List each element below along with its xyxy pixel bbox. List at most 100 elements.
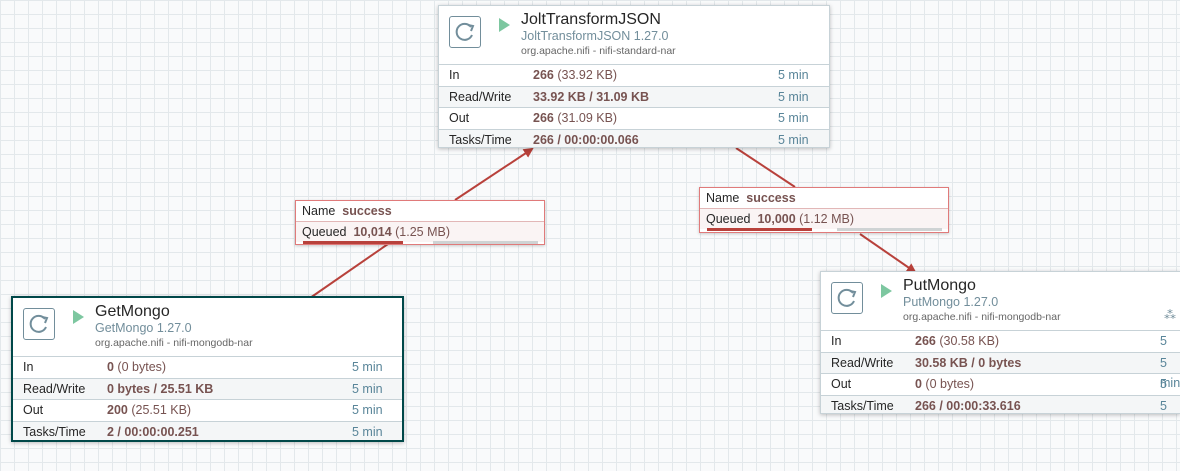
connection-label-getmongo-to-jolt[interactable]: Name success Queued 10,014 (1.25 MB) xyxy=(295,200,545,245)
stat-row-tasks: Tasks/Time 266 / 00:00:33.616 5 min xyxy=(821,395,1180,414)
stat-row-in: In 0 (0 bytes) 5 min xyxy=(13,357,402,379)
stat-value-bold: 0 xyxy=(107,360,114,374)
stat-value: 266 (30.58 KB) xyxy=(915,331,999,351)
stat-value: 2 / 00:00:00.251 xyxy=(107,422,199,441)
component-bundle-icon: ⁂ xyxy=(1164,308,1176,322)
queue-size-bar xyxy=(433,241,538,244)
stat-row-out: Out 200 (25.51 KB) 5 min xyxy=(13,400,402,422)
stat-label: Out xyxy=(23,403,44,417)
running-icon xyxy=(881,284,892,298)
queued-count: 10,000 xyxy=(757,212,796,226)
stat-label: Tasks/Time xyxy=(831,398,894,413)
stat-value-rest: (33.92 KB) xyxy=(553,68,618,82)
stat-value-bold: 266 / 00:00:00.066 xyxy=(533,132,639,147)
stat-time: 5 min xyxy=(352,360,383,374)
stat-label: Read/Write xyxy=(23,381,86,396)
stat-label: Out xyxy=(831,377,852,391)
stat-label: Read/Write xyxy=(831,355,894,370)
stat-value-rest: (0 bytes) xyxy=(113,360,167,374)
processor-name: GetMongo xyxy=(95,303,170,320)
stat-value-bold: 200 xyxy=(107,403,128,417)
processor-icon xyxy=(23,308,55,340)
queue-size-bar xyxy=(837,228,942,231)
stat-label: Read/Write xyxy=(449,89,512,104)
stat-row-in: In 266 (33.92 KB) 5 min xyxy=(439,65,829,87)
connection-name-label: Name xyxy=(706,191,740,205)
stat-value-bold: 0 bytes / 25.51 KB xyxy=(107,381,214,396)
processor-getmongo[interactable]: GetMongo GetMongo 1.27.0 org.apache.nifi… xyxy=(11,296,404,442)
processor-jolttransformjson[interactable]: JoltTransformJSON JoltTransformJSON 1.27… xyxy=(438,5,830,148)
stat-time: 5 min xyxy=(778,68,809,82)
stat-value: 0 (0 bytes) xyxy=(107,357,166,377)
stat-time: 5 min xyxy=(352,381,383,396)
processor-name: PutMongo xyxy=(903,277,976,294)
stat-row-readwrite: Read/Write 0 bytes / 25.51 KB 5 min xyxy=(13,378,402,400)
stat-time: 5 min xyxy=(352,403,383,417)
connection-line-get-to-jolt-upper[interactable] xyxy=(454,147,534,201)
stat-time: 5 min xyxy=(778,89,809,104)
processor-bundle: org.apache.nifi - nifi-mongodb-nar xyxy=(95,337,253,349)
connection-name-row: Name success xyxy=(700,188,948,208)
stat-value: 0 bytes / 25.51 KB xyxy=(107,379,213,399)
stat-value: 200 (25.51 KB) xyxy=(107,400,191,420)
stat-value-bold: 30.58 KB / 0 bytes xyxy=(915,355,1022,370)
stat-row-tasks: Tasks/Time 2 / 00:00:00.251 5 min xyxy=(13,421,402,441)
stat-value: 266 / 00:00:33.616 xyxy=(915,396,1021,414)
processor-putmongo[interactable]: PutMongo PutMongo 1.27.0 org.apache.nifi… xyxy=(820,271,1180,414)
stat-label: Out xyxy=(449,111,470,125)
connection-name: success xyxy=(342,204,392,218)
stat-row-out: Out 266 (31.09 KB) 5 min xyxy=(439,108,829,130)
queued-size: (1.25 MB) xyxy=(391,225,451,239)
running-icon xyxy=(73,310,84,324)
stat-value: 266 (33.92 KB) xyxy=(533,65,617,85)
stat-value-bold: 33.92 KB / 31.09 KB xyxy=(533,89,650,104)
stat-label: Tasks/Time xyxy=(23,424,86,439)
connection-name-label: Name xyxy=(302,204,336,218)
stat-value-bold: 2 / 00:00:00.251 xyxy=(107,424,199,439)
stat-value-bold: 266 xyxy=(915,334,936,348)
stat-time: 5 min xyxy=(778,111,809,125)
processor-stats: In 0 (0 bytes) 5 min Read/Write 0 bytes / 2… xyxy=(13,356,402,441)
running-icon xyxy=(499,18,510,32)
stat-value-bold: 266 xyxy=(533,68,554,82)
connection-name: success xyxy=(746,191,796,205)
stat-time: 5 min xyxy=(1160,398,1167,413)
queued-size: (1.12 MB) xyxy=(795,212,855,226)
stat-row-out: Out 0 (0 bytes) 5 min xyxy=(821,374,1180,411)
stat-value: 0 (0 bytes) xyxy=(915,374,974,394)
connection-name-row: Name success xyxy=(296,201,544,221)
stat-value: 266 / 00:00:00.066 xyxy=(533,130,639,148)
stat-label: Tasks/Time xyxy=(449,132,512,147)
connection-line-jolt-to-put-lower[interactable] xyxy=(859,233,917,274)
stat-label: In xyxy=(449,68,460,82)
stat-row-readwrite: Read/Write 33.92 KB / 31.09 KB 5 min xyxy=(439,86,829,108)
stat-row-in: In266 (30.58 KB)5 min xyxy=(821,331,1180,368)
processor-type: PutMongo 1.27.0 xyxy=(903,295,999,309)
processor-stats: In 266 (33.92 KB) 5 min Read/Write 33.92 KB… xyxy=(439,64,829,148)
stat-row-readwrite: Read/Write 30.58 KB / 0 bytes 5 min xyxy=(821,352,1180,390)
processor-icon xyxy=(831,282,863,314)
stat-row-tasks: Tasks/Time 266 / 00:00:00.066 5 min xyxy=(439,129,829,148)
stat-value-bold: 266 / 00:00:33.616 xyxy=(915,398,1021,413)
stat-label: In xyxy=(831,334,842,348)
stat-time: 5 min xyxy=(778,132,809,147)
processor-stats: In 266 (30.58 KB) 5 min Read/Write 30.58 KB… xyxy=(821,330,1180,414)
connection-queued-row: Queued 10,000 (1.12 MB) xyxy=(700,208,948,231)
processor-bundle: org.apache.nifi - nifi-mongodb-nar xyxy=(903,311,1061,323)
stat-value-bold: 0 xyxy=(915,377,922,391)
connection-queued-row: Queued 10,014 (1.25 MB) xyxy=(296,221,544,244)
queue-count-bar xyxy=(707,228,812,231)
stat-time: 5 min xyxy=(352,424,383,439)
connection-line-get-to-jolt[interactable] xyxy=(309,243,389,299)
stat-label: In xyxy=(23,360,34,374)
queued-label: Queued xyxy=(302,225,347,239)
flow-canvas[interactable]: JoltTransformJSON JoltTransformJSON 1.27… xyxy=(0,0,1180,471)
processor-icon xyxy=(449,16,481,48)
processor-bundle: org.apache.nifi - nifi-standard-nar xyxy=(521,45,676,57)
stat-value-rest: (0 bytes) xyxy=(921,377,975,391)
processor-type: JoltTransformJSON 1.27.0 xyxy=(521,29,669,43)
processor-type: GetMongo 1.27.0 xyxy=(95,321,192,335)
stat-value-rest: (30.58 KB) xyxy=(935,334,1000,348)
connection-label-jolt-to-putmongo[interactable]: Name success Queued 10,000 (1.12 MB) xyxy=(699,187,949,233)
connection-line-jolt-to-put[interactable] xyxy=(735,147,796,188)
